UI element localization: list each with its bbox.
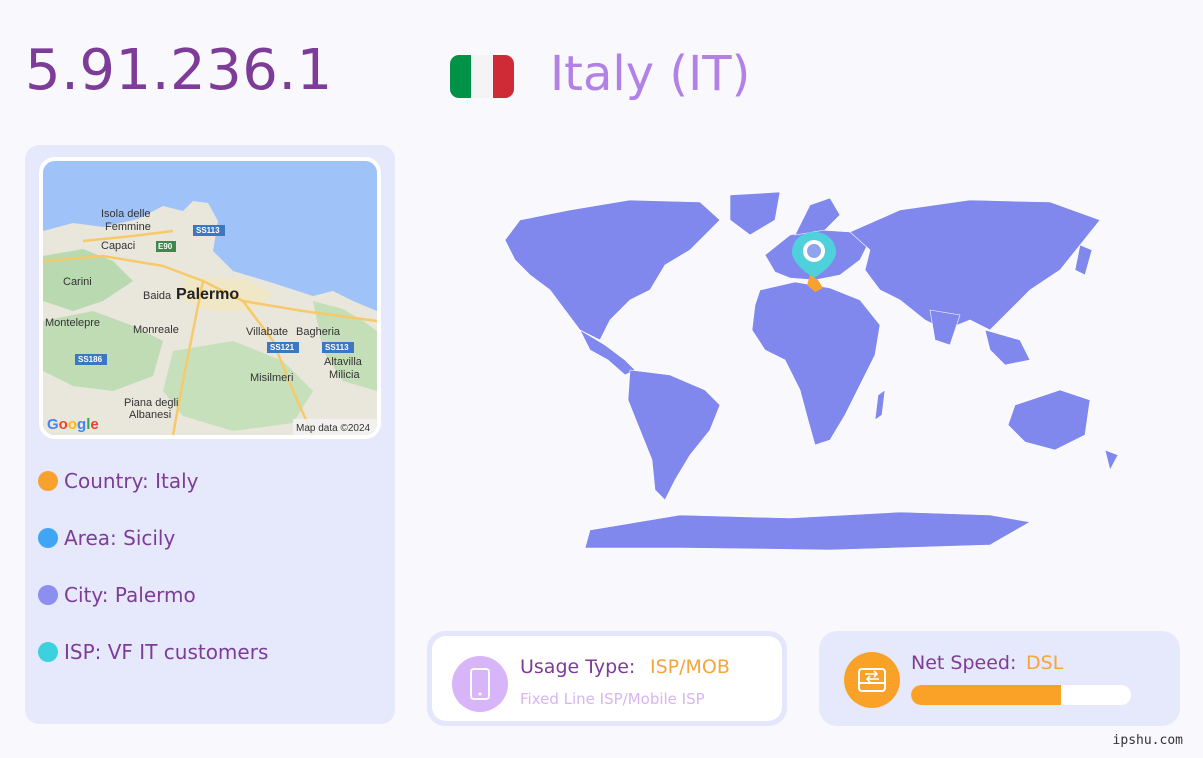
- area-row: Area: Sicily: [38, 526, 175, 550]
- svg-text:Femmine: Femmine: [105, 221, 151, 233]
- isp-label: ISP: VF IT customers: [64, 640, 269, 664]
- svg-text:Isola delle: Isola delle: [101, 208, 151, 220]
- usage-type-description: Fixed Line ISP/Mobile ISP: [520, 690, 705, 708]
- country-label: Country: Italy: [64, 469, 199, 493]
- italy-flag-icon: [450, 55, 514, 98]
- isp-dot-icon: [38, 642, 58, 662]
- svg-text:Milicia: Milicia: [329, 369, 360, 381]
- net-speed-bar: [911, 685, 1131, 705]
- svg-text:Monreale: Monreale: [133, 324, 179, 336]
- city-row: City: Palermo: [38, 583, 196, 607]
- svg-text:Map data ©2024: Map data ©2024: [296, 423, 371, 434]
- usage-type-card: Usage Type: ISP/MOB Fixed Line ISP/Mobil…: [427, 631, 787, 726]
- svg-text:SS113: SS113: [196, 226, 220, 235]
- area-label: Area: Sicily: [64, 526, 176, 550]
- country-row: Country: Italy: [38, 469, 198, 493]
- isp-row: ISP: VF IT customers: [38, 640, 268, 664]
- net-speed-value: DSL: [1026, 652, 1064, 674]
- city-label: City: Palermo: [64, 583, 196, 607]
- svg-text:Altavilla: Altavilla: [324, 356, 363, 368]
- country-title: Italy (IT): [550, 46, 751, 102]
- svg-text:Montelepre: Montelepre: [45, 317, 100, 329]
- ip-address: 5.91.236.1: [25, 38, 333, 103]
- svg-text:SS186: SS186: [78, 355, 103, 364]
- svg-text:E90: E90: [158, 242, 173, 251]
- net-speed-label: Net Speed:: [911, 652, 1017, 674]
- area-dot-icon: [38, 528, 58, 548]
- svg-text:Misilmeri: Misilmeri: [250, 372, 293, 384]
- net-speed-bar-fill: [911, 685, 1061, 705]
- svg-text:Piana degli: Piana degli: [124, 397, 178, 409]
- svg-text:Villabate: Villabate: [246, 326, 288, 338]
- svg-text:SS113: SS113: [325, 343, 349, 352]
- svg-text:Google: Google: [47, 416, 99, 433]
- net-speed-card: Net Speed: DSL: [819, 631, 1180, 726]
- svg-text:Baida: Baida: [143, 290, 172, 302]
- svg-text:Capaci: Capaci: [101, 240, 135, 252]
- site-watermark: ipshu.com: [1112, 733, 1183, 748]
- location-panel: Isola delle Femmine Capaci Carini Baida …: [25, 145, 395, 724]
- svg-text:Palermo: Palermo: [176, 286, 239, 303]
- svg-text:Albanesi: Albanesi: [129, 409, 171, 421]
- usage-type-value: ISP/MOB: [650, 656, 730, 678]
- world-map: [430, 180, 1190, 560]
- mobile-phone-icon: [452, 656, 508, 712]
- svg-text:Bagheria: Bagheria: [296, 326, 341, 338]
- svg-text:Carini: Carini: [63, 276, 92, 288]
- svg-text:SS121: SS121: [270, 343, 295, 352]
- city-map[interactable]: Isola delle Femmine Capaci Carini Baida …: [39, 157, 381, 439]
- network-drive-icon: [844, 652, 900, 708]
- city-dot-icon: [38, 585, 58, 605]
- usage-type-label: Usage Type:: [520, 656, 636, 678]
- country-dot-icon: [38, 471, 58, 491]
